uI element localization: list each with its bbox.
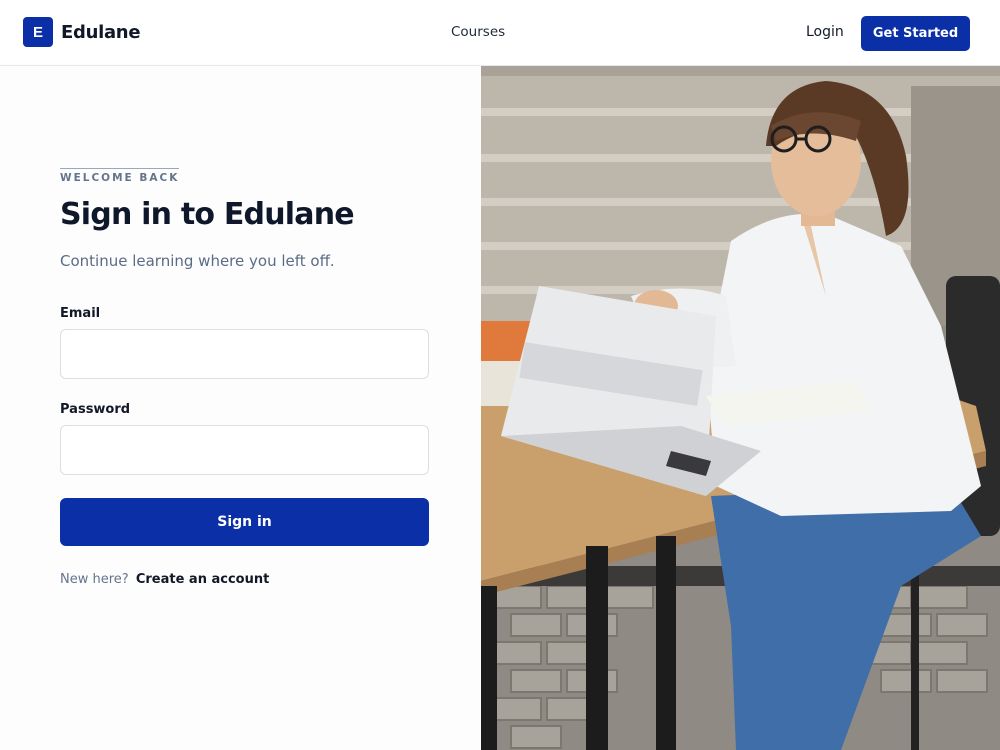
get-started-button[interactable]: Get Started — [861, 16, 970, 51]
page-title: Sign in to Edulane — [60, 197, 355, 232]
eyebrow-label: WELCOME BACK — [60, 168, 179, 184]
brand-name: Edulane — [61, 21, 141, 43]
password-field[interactable] — [60, 425, 429, 475]
top-navbar: E Edulane Courses Login Get Started — [0, 0, 1000, 66]
nav-link-courses[interactable]: Courses — [451, 24, 505, 40]
brand[interactable]: E Edulane — [23, 17, 141, 47]
password-label: Password — [60, 402, 131, 417]
email-label: Email — [60, 306, 101, 321]
signup-prompt-line: New here? Create an account — [60, 572, 269, 587]
sign-in-button[interactable]: Sign in — [60, 498, 429, 546]
logo-icon: E — [23, 17, 53, 47]
login-link[interactable]: Login — [806, 24, 844, 40]
signin-panel: WELCOME BACK Sign in to Edulane Continue… — [0, 66, 481, 750]
signup-prompt-text: New here? — [60, 572, 129, 587]
create-account-link[interactable]: Create an account — [136, 572, 270, 587]
page-subtitle: Continue learning where you left off. — [60, 252, 335, 270]
photo-woman-laptop-icon — [481, 66, 1000, 750]
email-field[interactable] — [60, 329, 429, 379]
hero-photo — [481, 66, 1000, 750]
